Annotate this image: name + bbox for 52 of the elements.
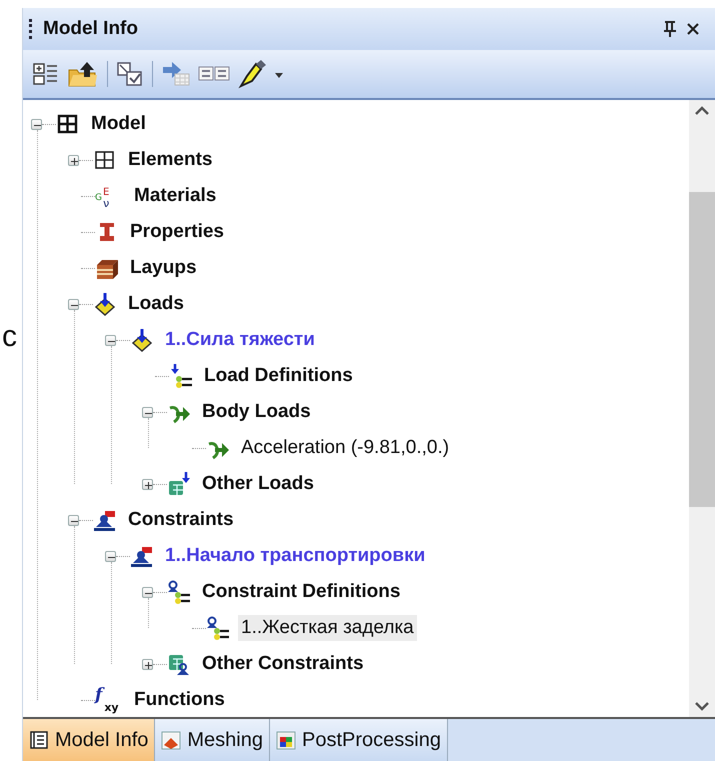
collapse-toggle[interactable] [142, 406, 153, 418]
grid-icon [56, 112, 80, 136]
tree-item[interactable]: Acceleration (-9.81,0.,0.) [238, 435, 452, 461]
scrollbar[interactable] [689, 100, 715, 717]
tree-item[interactable]: Elements [125, 147, 216, 173]
support-list-icon [206, 616, 230, 640]
tree-item[interactable]: Other Loads [199, 471, 317, 497]
support-icon [93, 508, 117, 532]
collapse-toggle[interactable] [142, 586, 153, 598]
expand-toggle[interactable] [68, 154, 79, 166]
tree-item[interactable]: Layups [127, 255, 200, 281]
move-to-table-icon[interactable] [161, 61, 191, 87]
mesh-icon [161, 730, 182, 750]
tree-item[interactable]: 1..Сила тяжести [162, 327, 318, 353]
tree-item[interactable]: Functions [131, 687, 228, 713]
checklist-icon[interactable] [116, 61, 144, 87]
collapse-toggle[interactable] [105, 550, 116, 562]
tree-item[interactable]: Body Loads [199, 399, 314, 425]
load-icon [130, 328, 154, 352]
panel-title: Model Info [43, 18, 139, 40]
panel-tab[interactable]: PostProcessing [270, 719, 448, 761]
tree-item[interactable]: Constraint Definitions [199, 579, 404, 605]
load-list-icon [169, 364, 193, 388]
expand-toggle[interactable] [142, 478, 153, 490]
collapse-toggle[interactable] [105, 334, 116, 346]
side-text: c [2, 320, 17, 353]
color-grid-icon [276, 730, 296, 750]
panel-tab[interactable]: Model Info [23, 719, 156, 761]
tree-item[interactable]: Load Definitions [201, 363, 356, 389]
highlighter-icon[interactable] [237, 59, 285, 89]
tree-item[interactable]: Model [88, 111, 149, 137]
collapse-toggle[interactable] [68, 514, 79, 526]
scrollbar-thumb[interactable] [689, 192, 715, 507]
expand-toggle[interactable] [142, 658, 153, 670]
tree-item[interactable]: Loads [125, 291, 187, 317]
tree-item[interactable]: Properties [127, 219, 227, 245]
tree-item[interactable]: Other Constraints [199, 651, 367, 677]
support-icon [130, 544, 154, 568]
table-load-icon [167, 472, 191, 496]
tree-item[interactable]: Constraints [125, 507, 237, 533]
tree-item[interactable]: Materials [131, 183, 220, 209]
collapse-toggle[interactable] [31, 118, 42, 130]
grid-icon [93, 148, 117, 172]
support-list-icon [167, 580, 191, 604]
folder-up-icon[interactable] [67, 60, 99, 88]
panel-tab[interactable]: Meshing [155, 719, 270, 761]
load-icon [93, 292, 117, 316]
tree-item[interactable]: 1..Жесткая заделка [238, 615, 417, 641]
tree-item[interactable]: 1..Начало транспортировки [162, 543, 428, 569]
table-support-icon [167, 652, 191, 676]
list-icon [29, 730, 49, 750]
collapse-toggle[interactable] [68, 298, 79, 310]
